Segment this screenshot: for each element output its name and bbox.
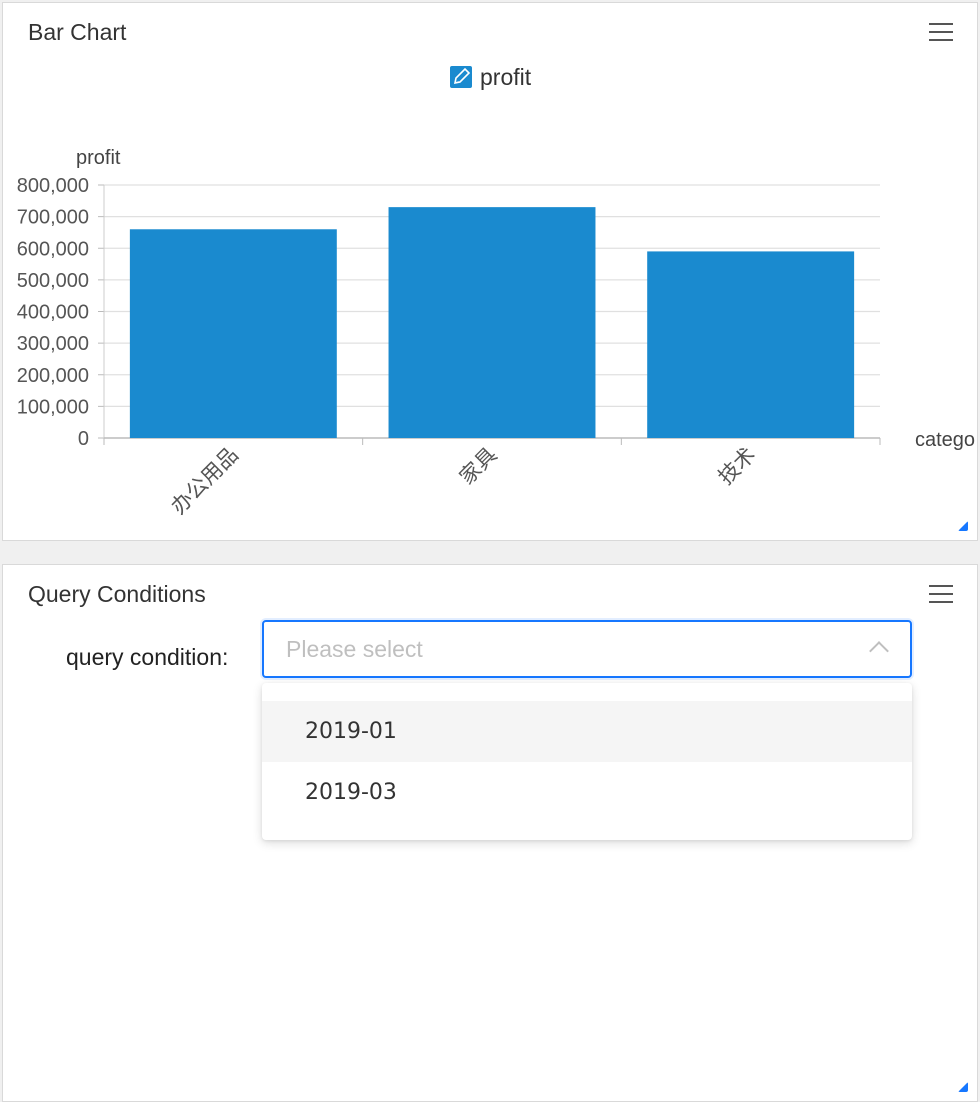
bar (388, 207, 596, 438)
y-tick-label: 200,000 (17, 365, 89, 387)
y-axis-label: profit (76, 147, 121, 169)
query-panel-menu-icon[interactable] (929, 585, 953, 603)
bar (129, 229, 337, 438)
y-tick-label: 500,000 (17, 270, 89, 292)
bar (647, 251, 855, 438)
y-tick-label: 700,000 (17, 207, 89, 229)
query-resize-handle[interactable] (958, 1082, 968, 1092)
x-tick-label: 技术 (714, 443, 761, 490)
bar-chart: profit profit 0 100,000 200,000 300,000 400,00… (17, 64, 975, 519)
select-placeholder: Please select (286, 636, 423, 662)
dropdown-option[interactable]: 2019-03 (262, 762, 912, 823)
x-tick-label: 家具 (455, 443, 502, 490)
bar-chart-panel: Bar Chart profit profit 0 100,000 200,000 300… (2, 2, 978, 541)
query-conditions-panel: Query Conditions query condition: Please… (2, 564, 978, 1102)
y-tick-label: 800,000 (17, 175, 89, 197)
y-tick-label: 100,000 (17, 396, 89, 418)
query-condition-label: query condition: (66, 644, 229, 670)
y-tick-label: 600,000 (17, 238, 89, 260)
y-tick-label: 400,000 (17, 302, 89, 324)
query-panel-title: Query Conditions (28, 581, 206, 607)
legend-series-label: profit (480, 64, 532, 90)
y-tick-label: 0 (78, 428, 89, 450)
chevron-up-icon (869, 641, 889, 661)
y-tick-label: 300,000 (17, 333, 89, 355)
query-condition-dropdown: 2019-01 2019-03 (262, 683, 912, 840)
x-tick-label: 办公用品 (167, 443, 243, 519)
query-condition-select[interactable]: Please select (262, 620, 912, 678)
x-axis-label: catego (915, 429, 975, 451)
chart-resize-handle[interactable] (958, 521, 968, 531)
legend-pencil-icon[interactable] (450, 66, 472, 88)
dropdown-option[interactable]: 2019-01 (262, 701, 912, 762)
